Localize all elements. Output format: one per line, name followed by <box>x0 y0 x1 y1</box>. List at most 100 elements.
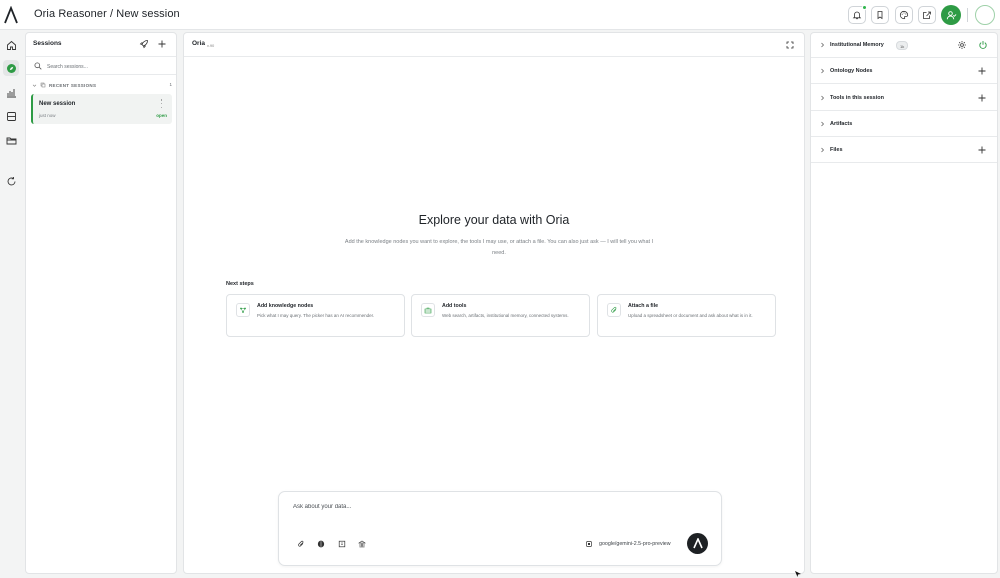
history-icon <box>40 82 46 88</box>
session-status: open <box>156 113 167 118</box>
nav-home[interactable] <box>3 37 19 53</box>
chevron-right-icon <box>821 147 824 153</box>
session-time: just now <box>39 113 56 118</box>
paperclip-icon <box>611 306 617 313</box>
theme-button[interactable] <box>895 6 913 24</box>
accordion-label: Artifacts <box>830 121 853 127</box>
session-item[interactable]: New session just now open <box>31 94 172 124</box>
sessions-title: Sessions <box>33 40 62 47</box>
database-icon <box>6 111 16 121</box>
user-menu-button[interactable] <box>941 5 961 25</box>
plus-icon[interactable] <box>977 93 987 103</box>
accordion-institutional-memory[interactable]: Institutional Memory 1k <box>811 33 997 58</box>
attach-file-card[interactable]: Attach a file Upload a spreadsheet or do… <box>597 294 776 337</box>
add-session-button[interactable] <box>157 39 167 49</box>
attach-button[interactable] <box>296 539 306 549</box>
rocket-icon[interactable] <box>139 39 149 49</box>
section-count: 1 <box>169 82 172 87</box>
share-icon <box>923 11 931 19</box>
step-title: Add tools <box>442 303 467 309</box>
user-check-icon <box>946 10 956 19</box>
model-selector[interactable]: google/gemini-2.5-pro-preview <box>599 541 671 547</box>
accordion-label: Institutional Memory <box>830 42 884 48</box>
bookmarks-button[interactable] <box>871 6 889 24</box>
nav-explore[interactable] <box>3 60 19 76</box>
nav-analytics[interactable] <box>3 84 19 100</box>
folder-icon <box>6 137 16 144</box>
share-button[interactable] <box>918 6 936 24</box>
session-name: New session <box>39 101 76 107</box>
accordion-artifacts[interactable]: Artifacts <box>811 112 997 137</box>
bell-icon <box>852 11 862 20</box>
session-menu-icon[interactable] <box>160 99 163 108</box>
chevron-right-icon <box>821 42 824 48</box>
message-input[interactable] <box>293 504 593 518</box>
paperclip-icon <box>298 540 304 547</box>
chat-header: Oria v.90 <box>184 33 804 57</box>
hero-title: Explore your data with Oria <box>418 213 570 227</box>
section-label: RECENT SESSIONS <box>49 82 97 88</box>
avatar[interactable] <box>975 5 995 25</box>
logo-send-icon <box>692 538 703 549</box>
chat-title: Oria <box>192 40 206 47</box>
add-tools-card[interactable]: Add tools Web search, artifacts, institu… <box>411 294 590 337</box>
nodes-icon <box>240 307 246 313</box>
version-label: v.90 <box>207 43 215 48</box>
step-icon-box <box>236 303 250 317</box>
accordion-tools[interactable]: Tools in this session <box>811 86 997 111</box>
gear-icon[interactable] <box>957 40 967 50</box>
top-bar: Oria Reasoner / New session <box>0 0 1000 30</box>
institution-button[interactable] <box>357 539 367 549</box>
chart-icon <box>6 88 16 97</box>
brain-icon <box>317 540 325 548</box>
knowledge-button[interactable] <box>337 539 347 549</box>
memory-button[interactable] <box>316 539 326 549</box>
send-button[interactable] <box>687 533 708 554</box>
home-icon <box>6 40 16 50</box>
bank-icon <box>358 540 366 548</box>
power-icon[interactable] <box>978 40 988 50</box>
accordion-label: Ontology Nodes <box>830 68 873 74</box>
accordion-label: Tools in this session <box>830 95 884 101</box>
book-icon <box>338 540 346 548</box>
step-icon-box <box>421 303 435 317</box>
step-title: Add knowledge nodes <box>257 303 314 309</box>
plus-icon[interactable] <box>977 145 987 155</box>
memory-count-badge: 1k <box>896 41 909 50</box>
nav-folders[interactable] <box>3 132 19 148</box>
chevron-down-icon <box>32 84 37 87</box>
sessions-header: Sessions <box>26 33 176 57</box>
nav-rail <box>0 31 22 578</box>
nav-refresh[interactable] <box>3 173 19 189</box>
recent-sessions-header[interactable]: RECENT SESSIONS 1 <box>32 80 172 90</box>
cursor-icon <box>795 571 801 577</box>
chevron-right-icon <box>821 95 824 101</box>
search-icon <box>34 62 42 70</box>
page-title: Oria Reasoner / New session <box>34 8 180 20</box>
accordion-files[interactable]: Files <box>811 138 997 163</box>
palette-icon <box>899 10 909 20</box>
sessions-panel: Sessions RECENT SESSIONS 1 New session j… <box>25 32 177 574</box>
step-icon-box <box>607 303 621 317</box>
step-desc: Upload a spreadsheet or document and ask… <box>628 313 753 318</box>
step-desc: Pick what I may query. The picker has an… <box>257 313 375 318</box>
model-chip-icon <box>586 541 592 547</box>
notifications-button[interactable] <box>848 5 867 24</box>
divider <box>967 8 968 22</box>
refresh-icon <box>7 176 15 185</box>
accordion-label: Files <box>830 147 843 153</box>
add-knowledge-nodes-card[interactable]: Add knowledge nodes Pick what I may quer… <box>226 294 405 337</box>
nav-storage[interactable] <box>3 108 19 124</box>
step-desc: Web search, artifacts, institutional mem… <box>442 313 569 318</box>
app-logo[interactable] <box>4 6 18 24</box>
bookmark-icon <box>877 11 883 20</box>
compass-icon <box>6 63 16 73</box>
search-input[interactable] <box>47 61 167 72</box>
composer: google/gemini-2.5-pro-preview <box>278 491 722 566</box>
accordion-ontology-nodes[interactable]: Ontology Nodes <box>811 59 997 84</box>
context-panel: Institutional Memory 1k Ontology Nodes T… <box>810 32 998 574</box>
hero-subtitle: Add the knowledge nodes you want to expl… <box>344 239 654 256</box>
chevron-right-icon <box>821 68 824 74</box>
fullscreen-icon[interactable] <box>786 41 794 49</box>
plus-icon[interactable] <box>977 66 987 76</box>
